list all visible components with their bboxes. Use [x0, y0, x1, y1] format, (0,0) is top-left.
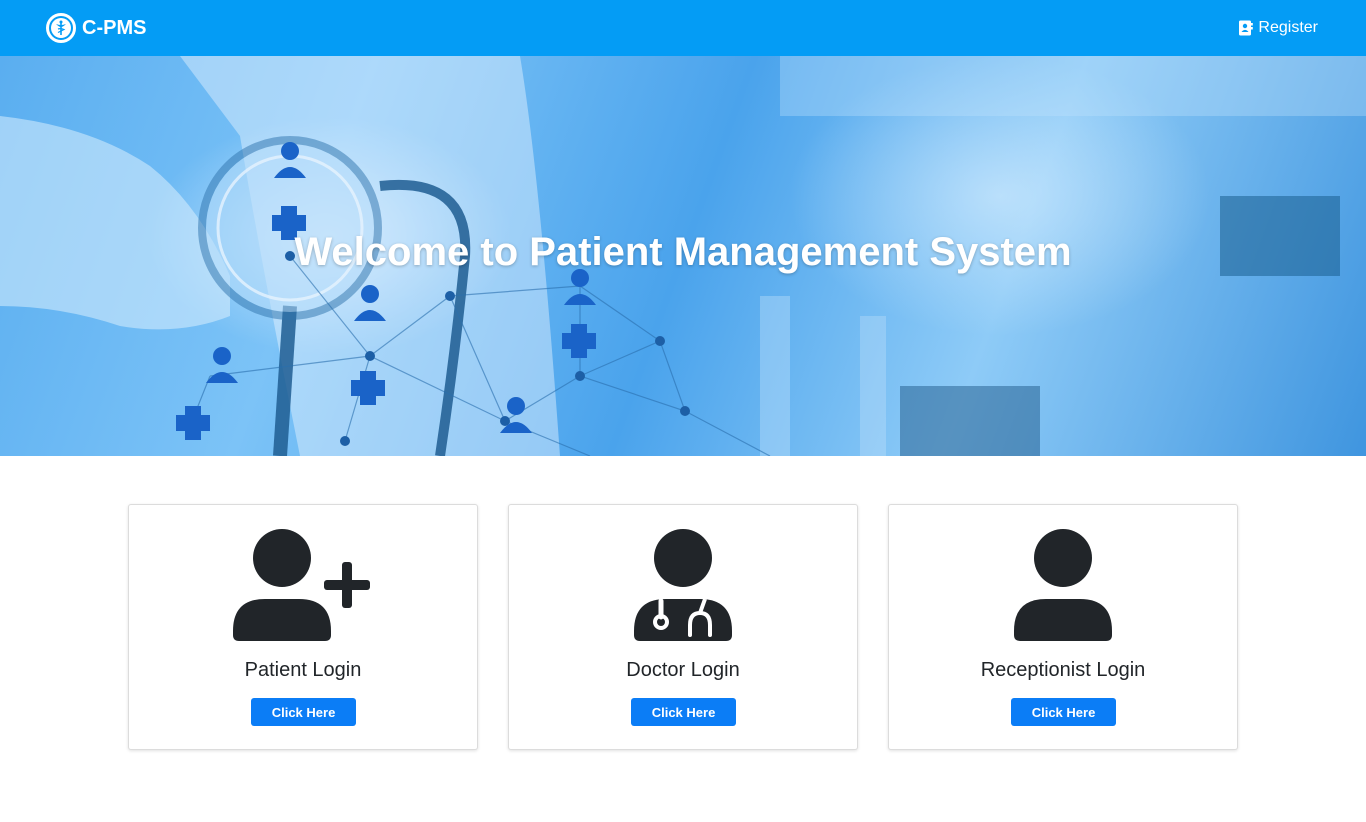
receptionist-login-card: Receptionist Login Click Here [888, 504, 1238, 750]
register-label: Register [1258, 19, 1318, 36]
patient-login-button[interactable]: Click Here [251, 698, 356, 726]
register-link[interactable]: Register [1238, 19, 1318, 37]
user-doctor-icon [634, 529, 732, 641]
receptionist-login-button[interactable]: Click Here [1011, 698, 1116, 726]
card-title: Doctor Login [626, 659, 740, 681]
caduceus-logo-icon [46, 13, 76, 43]
patient-login-card: Patient Login Click Here [128, 504, 478, 750]
login-cards: Patient Login Click Here Doctor Login Cl… [128, 504, 1238, 750]
doctor-login-card: Doctor Login Click Here [508, 504, 858, 750]
brand-name: C-PMS [82, 16, 147, 39]
navbar: C-PMS Register [0, 0, 1366, 56]
hero-banner: Welcome to Patient Management System [0, 56, 1366, 456]
address-book-icon [1239, 20, 1254, 36]
card-title: Patient Login [244, 659, 362, 681]
hero-title: Welcome to Patient Management System [294, 230, 1072, 274]
user-plus-icon [233, 529, 370, 641]
card-title: Receptionist Login [980, 659, 1146, 681]
brand-link[interactable]: C-PMS [46, 13, 146, 43]
doctor-login-button[interactable]: Click Here [631, 698, 736, 726]
user-icon [1014, 529, 1112, 641]
